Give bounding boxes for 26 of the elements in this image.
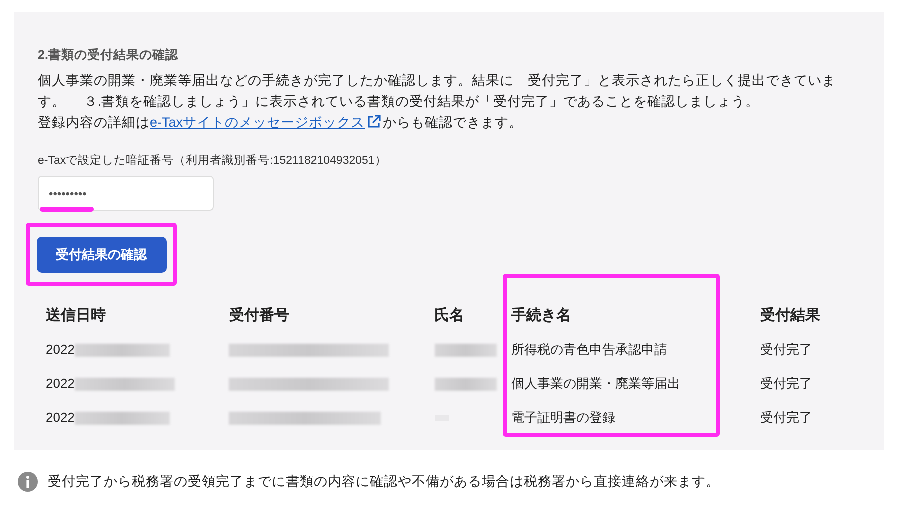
section-title: 2.書類の受付結果の確認 (38, 47, 180, 64)
detail-text: 登録内容の詳細は (38, 115, 150, 130)
column-header: 受付番号 (229, 307, 290, 324)
external-link-icon (367, 115, 382, 129)
table-cell: 受付完了 (760, 410, 812, 426)
table-cell-text: 2022 (46, 409, 75, 428)
detail-text: からも確認できます。 (383, 115, 524, 130)
table-cell: 個人事業の開業・廃業等届出 (511, 376, 680, 392)
table-cell: 受付完了 (760, 342, 812, 358)
message-box-link[interactable]: e-Taxサイトのメッセージボックス (150, 115, 366, 130)
column-header: 送信日時 (46, 307, 106, 324)
info-icon (18, 472, 38, 492)
table-cell: 電子証明書の登録 (511, 410, 616, 426)
table-cell-text: 2022 (46, 375, 75, 394)
password-field[interactable]: ••••••••• (38, 176, 214, 211)
table-cell-text: 2022 (46, 341, 75, 360)
table-cell: 受付完了 (760, 376, 812, 392)
column-header: 氏名 (434, 307, 465, 324)
note-text: 受付完了から税務署の受領完了までに書類の内容に確認や不備がある場合は税務署から直接連絡が来ます。 (48, 473, 720, 491)
table-cell: 所得税の青色申告承認申請 (511, 342, 668, 358)
column-header: 受付結果 (760, 307, 820, 324)
field-label: e-Taxで設定した暗証番号（利用者識別番号:1521182104932051） (38, 153, 388, 169)
column-header: 手続き名 (511, 307, 572, 324)
highlight-underline (40, 207, 94, 212)
check-result-button[interactable]: 受付結果の確認 (36, 236, 166, 272)
description-text: 個人事業の開業・廃業等届出などの手続きが完了したか確認します。結果に「受付完了」と表示されたら正しく提出できています。 「３.書類を確認しましょう」に表示されている書類の受付結果が「受付完了」であることを確認しましょう。 (38, 73, 836, 109)
